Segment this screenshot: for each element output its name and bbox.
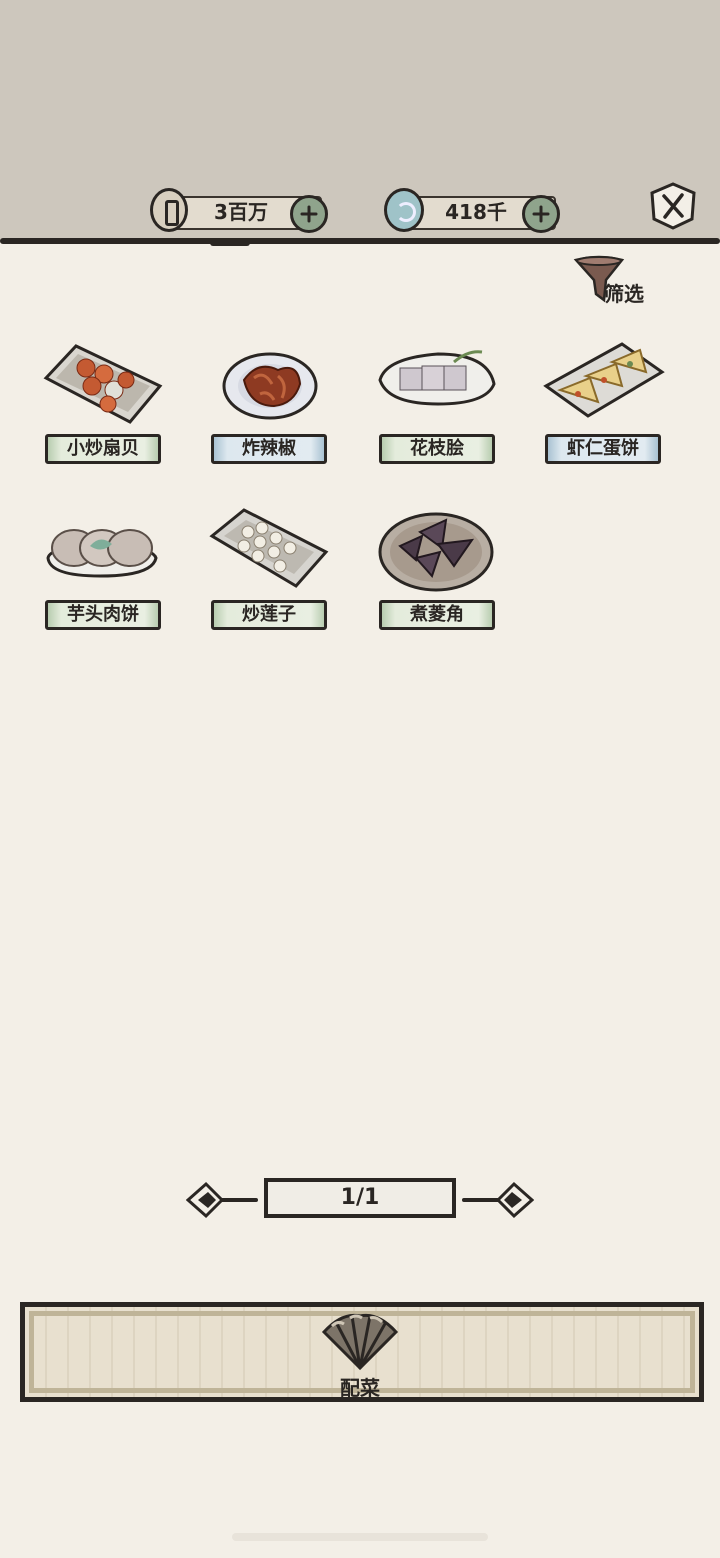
dish-card-shrimp-omelette[interactable]: 虾仁蛋饼 (542, 340, 672, 470)
add-coin-button[interactable] (290, 195, 328, 233)
combine-dish-button[interactable]: 配菜 (314, 1308, 406, 1400)
dish-image-lotus-seeds (209, 508, 329, 588)
home-indicator[interactable] (232, 1533, 488, 1541)
add-jade-button[interactable] (522, 195, 560, 233)
currency-jade: 418千 (384, 188, 560, 233)
next-page-button[interactable] (462, 1178, 535, 1222)
fan-icon (321, 1313, 399, 1371)
combine-dish-label: 配菜 (340, 1376, 380, 1400)
currency-coin-value: 3百万 (214, 200, 268, 224)
dish-card-taro-patty[interactable]: 芋头肉饼 (42, 506, 172, 636)
dish-name-tag: 虾仁蛋饼 (545, 434, 661, 464)
prev-page-button[interactable] (185, 1178, 258, 1222)
close-icon (650, 182, 696, 230)
dish-image-scallop (43, 344, 163, 424)
dish-name-tag: 花枝脍 (379, 434, 495, 464)
dish-card-water-caltrop[interactable]: 煮菱角 (376, 506, 506, 636)
dish-name-tag: 煮菱角 (379, 600, 495, 630)
page-indicator: 1/1 (264, 1178, 456, 1218)
dish-image-fried-pepper (222, 352, 318, 420)
dish-name-tag: 炸辣椒 (211, 434, 327, 464)
dish-image-cuttlefish (378, 350, 496, 406)
header-divider (0, 238, 720, 246)
dish-name-tag: 小炒扇贝 (45, 434, 161, 464)
jade-icon (384, 188, 424, 232)
filter-label: 筛选 (604, 282, 644, 306)
dish-card-fried-pepper[interactable]: 炸辣椒 (208, 340, 338, 470)
dish-name-tag: 芋头肉饼 (45, 600, 161, 630)
arrow-left-icon (185, 1181, 258, 1219)
currency-coin: 3百万 (150, 188, 328, 233)
plus-icon (300, 205, 318, 223)
dish-card-cuttlefish[interactable]: 花枝脍 (376, 340, 506, 470)
coin-icon (150, 188, 188, 232)
filter-button[interactable]: 筛选 (572, 254, 656, 310)
top-header (0, 0, 720, 243)
currency-jade-value: 418千 (445, 200, 507, 224)
arrow-right-icon (462, 1181, 535, 1219)
plus-icon (532, 205, 550, 223)
dish-image-water-caltrop (378, 512, 494, 592)
dish-name-tag: 炒莲子 (211, 600, 327, 630)
dish-image-shrimp-omelette (543, 342, 665, 418)
close-button[interactable] (648, 181, 698, 231)
dish-image-taro-patty (46, 529, 158, 578)
dish-card-lotus-seeds[interactable]: 炒莲子 (208, 506, 338, 636)
dish-card-scallop[interactable]: 小炒扇贝 (42, 340, 172, 470)
